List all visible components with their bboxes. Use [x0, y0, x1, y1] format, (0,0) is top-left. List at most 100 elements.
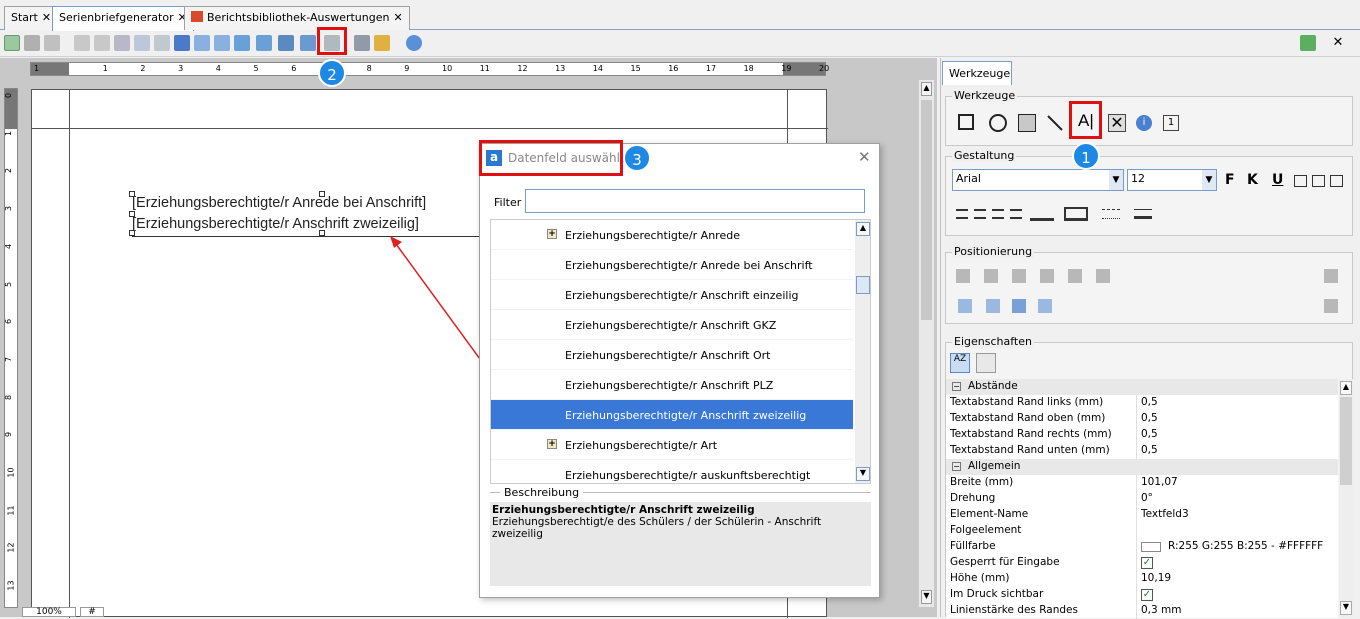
line-color-icon[interactable] [1030, 207, 1054, 221]
undo-icon[interactable] [44, 35, 60, 51]
align-left-icon[interactable] [1040, 269, 1054, 283]
mail-merge-icon[interactable] [234, 35, 250, 51]
line-style-icon[interactable] [1102, 209, 1120, 219]
property-value[interactable]: 0,5 [1141, 428, 1158, 440]
refresh-icon[interactable] [1300, 35, 1316, 51]
list-item[interactable]: + Erziehungsberechtigte/r Art [491, 430, 853, 460]
property-value[interactable]: 10,19 [1141, 572, 1171, 584]
expand-icon[interactable]: + [547, 229, 557, 239]
category-row[interactable]: − Allgemein [946, 459, 1338, 475]
list-item[interactable]: Erziehungsberechtigte/r Anschrift PLZ [491, 370, 853, 400]
cut-icon[interactable] [114, 35, 130, 51]
align-right-icon[interactable] [1330, 175, 1343, 187]
align-left-icon[interactable] [956, 209, 968, 219]
textfield-line-2[interactable]: [Erziehungsberechtigte/r Anschrift zweiz… [132, 216, 419, 232]
align-top-icon[interactable] [1012, 269, 1026, 283]
list-item[interactable]: Erziehungsberechtigte/r auskunftsberecht… [491, 460, 853, 483]
chevron-down-icon[interactable]: ▼ [1109, 170, 1123, 190]
align-center-icon[interactable] [1312, 175, 1325, 187]
collapse-icon[interactable]: − [952, 382, 961, 391]
sort-alpha-icon[interactable]: AZ [950, 353, 970, 373]
property-value[interactable]: ✓ [1141, 557, 1153, 569]
page2-icon[interactable] [214, 35, 230, 51]
scroll-up-icon[interactable]: ▲ [1340, 381, 1352, 395]
align-middle-icon[interactable] [984, 269, 998, 283]
scroll-thumb[interactable] [1340, 397, 1352, 485]
send-back-icon[interactable] [986, 299, 1000, 313]
tab-berichtsbibliothek[interactable]: Berichtsbibliothek-Auswertungen ✕ [184, 6, 410, 30]
property-row[interactable]: Element-Name Textfeld3 [946, 507, 1338, 523]
list-item[interactable]: Erziehungsberechtigte/r Anschrift GKZ [491, 310, 853, 340]
image-tool-icon[interactable] [1018, 114, 1036, 132]
list-item[interactable]: Erziehungsberechtigte/r Anrede bei Ansch… [491, 250, 853, 280]
property-row[interactable]: Drehung 0° [946, 491, 1338, 507]
grid-toggle[interactable]: # [80, 607, 104, 617]
underline-button[interactable]: U [1272, 172, 1283, 188]
list-item[interactable]: Erziehungsberechtigte/r Anschrift Ort [491, 340, 853, 370]
rectangle-tool-icon[interactable] [958, 114, 974, 130]
resize-handle[interactable] [129, 211, 135, 217]
list-scrollbar[interactable]: ▲ ▼ [855, 220, 870, 483]
arrow-left-icon[interactable] [74, 35, 90, 51]
justify-icon[interactable] [1010, 209, 1022, 219]
resize-handle[interactable] [319, 191, 325, 197]
canvas-scrollbar[interactable]: ▲ ▼ [918, 80, 934, 607]
property-value[interactable]: 0,5 [1141, 444, 1158, 456]
property-value[interactable]: 101,07 [1141, 476, 1178, 488]
new-icon[interactable] [4, 35, 20, 51]
property-row[interactable]: Im Druck sichtbar ✓ [946, 587, 1338, 603]
placeholder-tool-icon[interactable]: ✕ [1108, 114, 1126, 132]
property-scrollbar[interactable]: ▲ ▼ [1339, 379, 1353, 618]
property-row[interactable]: Folgeelement [946, 523, 1338, 539]
pagenumber-tool-icon[interactable]: 1 [1163, 115, 1179, 131]
scroll-thumb[interactable] [921, 100, 932, 320]
property-value[interactable]: 0,5 [1141, 396, 1158, 408]
chevron-down-icon[interactable]: ▼ [1202, 170, 1216, 190]
italic-button[interactable]: K [1247, 172, 1258, 188]
property-value[interactable]: 0,5 [1141, 412, 1158, 424]
scroll-down-icon[interactable]: ▼ [856, 467, 870, 481]
align-right-icon[interactable] [992, 209, 1004, 219]
property-row[interactable]: Füllfarbe R:255 G:255 B:255 - #FFFFFF [946, 539, 1338, 555]
send-backward-icon[interactable] [1038, 299, 1052, 313]
ellipse-tool-icon[interactable] [989, 114, 1007, 132]
property-value[interactable]: ✓ [1141, 589, 1153, 601]
save-icon[interactable] [24, 35, 40, 51]
tab-werkzeuge[interactable]: Werkzeuge [942, 61, 1012, 85]
scroll-down-icon[interactable]: ▼ [921, 590, 932, 604]
category-row[interactable]: − Abstände [946, 379, 1338, 395]
property-row[interactable]: Gesperrt für Eingabe ✓ [946, 555, 1338, 571]
tab-serienbriefgenerator[interactable]: Serienbriefgenerator ✕ [52, 6, 194, 31]
property-value[interactable]: 0,3 mm [1141, 604, 1182, 616]
scroll-up-icon[interactable]: ▲ [921, 82, 932, 96]
distribute-vertical-icon[interactable] [1324, 269, 1338, 283]
distribute-horizontal-icon[interactable] [1324, 299, 1338, 313]
line-width-icon[interactable] [1134, 209, 1152, 219]
align-hcenter-icon[interactable] [1068, 269, 1082, 283]
tab-start[interactable]: Start ✕ [4, 6, 59, 30]
help-icon[interactable] [406, 35, 422, 51]
bring-front-icon[interactable] [958, 299, 972, 313]
collapse-icon[interactable]: − [952, 462, 961, 471]
property-row[interactable]: Höhe (mm) 10,19 [946, 571, 1338, 587]
textfield-line-1[interactable]: [Erziehungsberechtigte/r Anrede bei Ansc… [132, 195, 426, 211]
align-center-icon[interactable] [974, 209, 986, 219]
bold-button[interactable]: F [1225, 172, 1235, 188]
filter-input[interactable] [525, 189, 865, 213]
property-value[interactable]: Textfeld3 [1141, 508, 1189, 520]
clear-icon[interactable] [374, 35, 390, 51]
resize-handle[interactable] [129, 191, 135, 197]
close-icon[interactable]: ✕ [1330, 35, 1346, 51]
align-bottom-icon[interactable] [956, 269, 970, 283]
grid-icon[interactable] [278, 35, 294, 51]
zoom-box[interactable]: 100% [22, 607, 76, 617]
bring-forward-icon[interactable] [1012, 299, 1026, 313]
fill-color-icon[interactable] [1064, 207, 1088, 221]
paste-icon[interactable] [154, 35, 170, 51]
info-tool-icon[interactable]: i [1136, 115, 1152, 131]
font-select[interactable]: Arial [952, 169, 1124, 191]
align-left-icon[interactable] [1294, 175, 1307, 187]
property-row[interactable]: Breite (mm) 101,07 [946, 475, 1338, 491]
line-tool-icon[interactable] [1046, 114, 1064, 132]
close-icon[interactable]: ✕ [42, 11, 51, 24]
